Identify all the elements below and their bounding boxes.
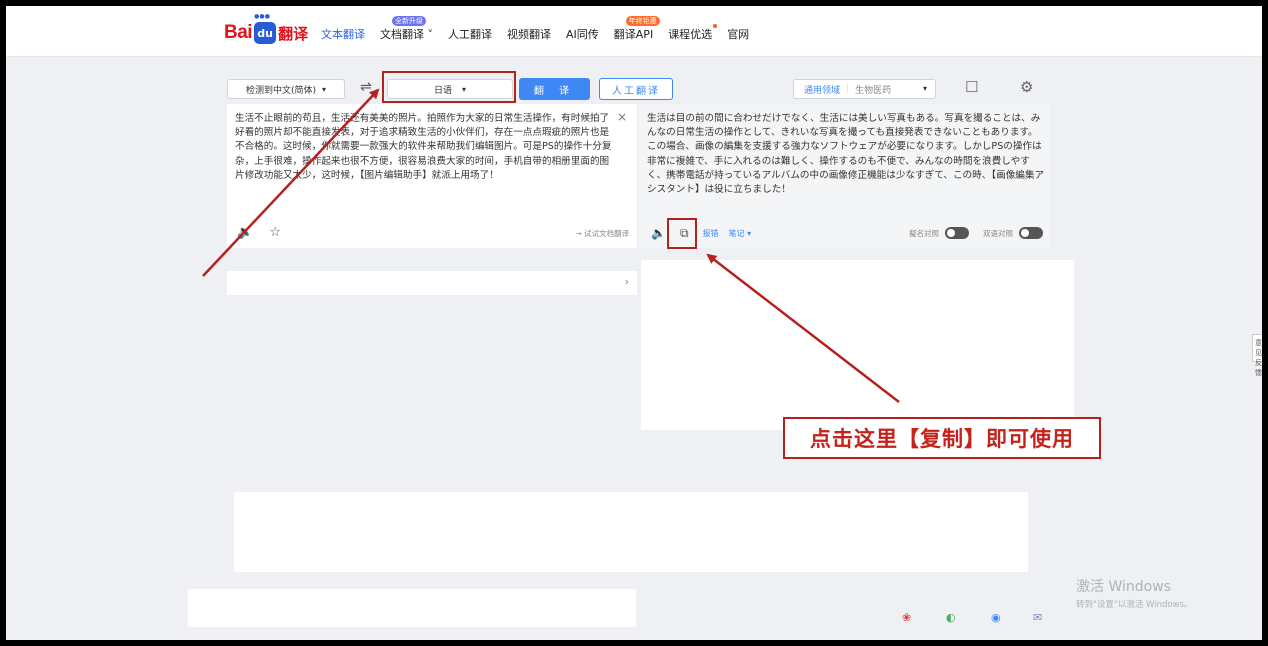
annotation-arrows — [202, 88, 900, 403]
browser-viewport: Bai du 翻译 文本翻译 全新升级 文档翻译 ˅ 人工翻译 视频翻译 AI同… — [6, 6, 1262, 640]
arrow-to-copy — [706, 253, 900, 403]
arrow-to-language — [202, 88, 380, 277]
